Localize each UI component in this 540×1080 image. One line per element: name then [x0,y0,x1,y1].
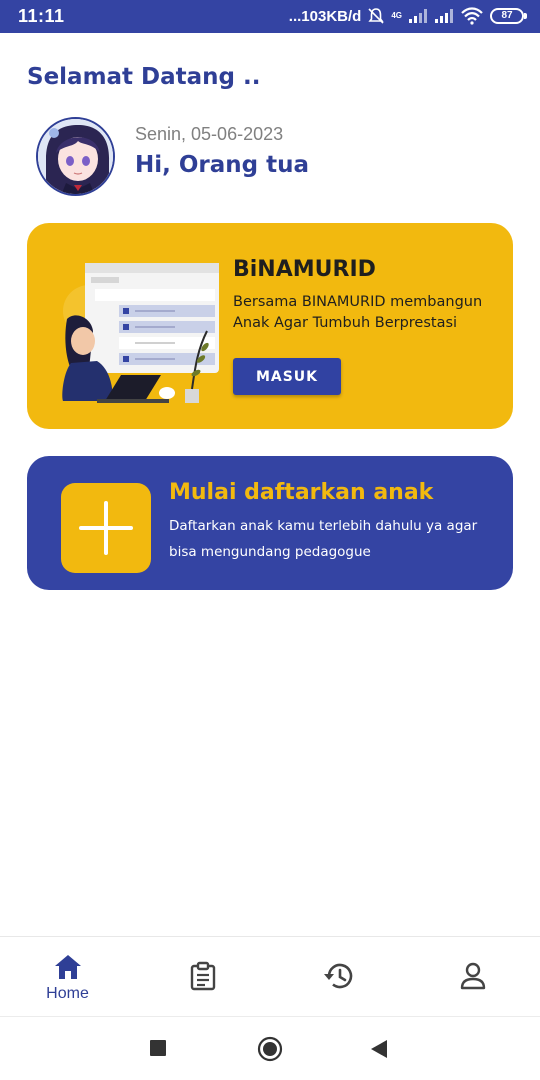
history-icon [323,963,352,989]
profile-icon [460,962,485,990]
network-speed: ...103KB/d [288,7,362,25]
nav-item-profile[interactable] [405,937,540,1017]
circle-home-icon[interactable] [257,1036,283,1062]
status-time: 11:11 [18,6,65,26]
register-description: Daftarkan anak kamu terlebih dahulu ya a… [169,518,478,560]
bottom-navigation: Home [0,936,540,1016]
welcome-heading: Selamat Datang .. [27,64,261,90]
wifi-icon [461,7,483,25]
triangle-back-icon[interactable] [370,1039,388,1059]
nav-label-home: Home [46,985,89,1002]
nav-item-reports[interactable] [135,937,270,1017]
register-child-card[interactable]: Mulai daftarkan anak Daftarkan anak kamu… [27,456,513,590]
current-date: Senin, 05-06-2023 [135,124,284,144]
signal-icon-2 [435,9,453,23]
user-greeting: Hi, Orang tua [135,152,310,178]
status-bar: 11:11 ...103KB/d 4G 87 [0,0,540,33]
status-icons: ...103KB/d 4G 87 [288,5,527,27]
network-type: 4G [391,11,402,20]
battery-icon: 87 [490,8,527,24]
clipboard-icon [190,961,215,991]
avatar-image [38,119,113,194]
avatar[interactable] [36,117,115,196]
signal-icon [409,9,427,23]
system-navigation [0,1016,540,1080]
register-title: Mulai daftarkan anak [169,480,434,505]
brand-title: BiNAMURID [233,257,376,282]
home-icon [54,955,81,979]
nav-item-home[interactable]: Home [0,937,135,1017]
square-recents-icon[interactable] [149,1039,167,1057]
nav-item-history[interactable] [270,937,405,1017]
binamurid-card[interactable]: BiNAMURID Bersama BINAMURID membangun An… [27,223,513,429]
workspace-illustration [62,263,219,403]
bell-off-icon [368,8,384,24]
brand-description: Bersama BINAMURID membangun Anak Agar Tu… [233,294,483,331]
plus-icon[interactable] [61,483,151,573]
masuk-button[interactable]: MASUK [233,358,341,395]
